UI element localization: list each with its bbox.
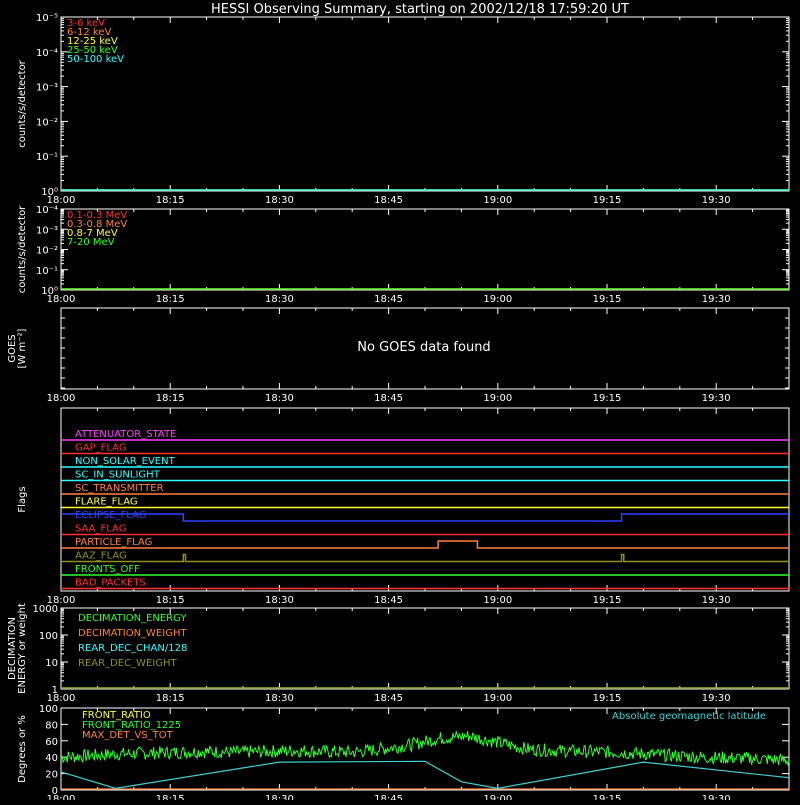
flags-x-tick-label: 19:30 [702,595,731,606]
flag-label: SC_TRANSMITTER [75,483,164,494]
decimation-y-tick-label: 1 [52,685,58,696]
hxr-x-tick-label: 19:00 [483,195,512,206]
hxr-x-tick-label: 18:45 [374,195,403,206]
plot-canvas: 18:00 18:15 18:30 18:45 19:00 19:15 19:30 count… [7,2,790,805]
hxr-y-tick-label: 10⁻² [36,117,58,128]
flag-label: FLARE_FLAG [75,497,138,508]
ratio-y-tick-label: 80 [45,720,58,731]
goes-x-tick-label: 19:30 [702,393,731,404]
flags-y-axis-title: Flags [17,486,28,512]
hxr-legend-entry: 50-100 keV [67,54,124,65]
ratio-y-tick-label: 40 [45,753,58,764]
hxr-x-tick-label: 19:30 [702,195,731,206]
hxr-y-axis-title: counts/s/detector [17,59,28,147]
flags-x-tick-label: 18:15 [156,595,185,606]
gamma-frame [60,208,790,291]
flag-label: SC_IN_SUNLIGHT [75,470,161,481]
decimation-legend-entry: REAR_DEC_CHAN/128 [78,643,187,654]
decimation-x-tick-label: 18:15 [156,693,185,704]
decimation-y-axis-title-2: ENERGY or weight [17,603,28,694]
gamma-legend-entry: 7-20 MeV [67,237,115,248]
gamma-x-tick-label: 19:30 [702,294,731,305]
gamma-x-tick-label: 18:15 [156,294,185,305]
flag-label: SAA_FLAG [75,524,126,535]
goes-x-tick-label: 18:45 [374,393,403,404]
decimation-x-tick-label: 18:30 [265,693,294,704]
hxr-y-tick-label: 10⁻⁴ [36,48,58,59]
ratio-x-tick-label: 18:45 [374,794,403,800]
goes-no-data-message: No GOES data found [357,340,490,355]
decimation-y-tick-label: 100 [39,631,58,642]
hxr-frame [60,16,790,192]
flag-line [61,553,789,563]
ratio-y-tick-label: 60 [45,737,58,748]
decimation-x-tick-label: 19:00 [483,693,512,704]
gamma-y-tick-label: 10⁰ [41,286,58,297]
decimation-y-tick-label: 1000 [33,604,58,615]
ratio-y-tick-label: 100 [39,704,58,715]
flag-line [61,513,789,522]
ratio-legend-entry: MAX_DET_VS_TOT [82,730,174,741]
hxr-x-tick-label: 18:30 [265,195,294,206]
flag-label: PARTICLE_FLAG [75,537,152,548]
hxr-y-tick-label: 10⁰ [41,187,58,198]
ratio-y-tick-label: 0 [52,786,58,797]
goes-x-tick-label: 19:00 [483,393,512,404]
goes-x-tick-label: 19:15 [593,393,622,404]
gamma-x-tick-label: 18:45 [374,294,403,305]
ratio-annotation: Absolute geomagnetic latitude [612,711,766,722]
gamma-y-tick-label: 10⁻⁴ [36,205,58,216]
decimation-legend-entry: REAR_DEC_WEIGHT [78,658,177,669]
hxr-y-tick-label: 10⁻³ [36,83,58,94]
decimation-x-tick-label: 19:15 [593,693,622,704]
ratio-x-tick-label: 18:15 [156,794,185,800]
ratio-x-tick-label: 19:30 [702,794,731,800]
hxr-y-tick-label: 10⁻⁵ [36,13,58,24]
flag-label: AAZ_FLAG [75,551,127,562]
decimation-x-tick-label: 19:30 [702,693,731,704]
gamma-x-tick-label: 18:30 [265,294,294,305]
flag-label: FRONTS_OFF [75,564,140,575]
flags-x-tick-label: 18:30 [265,595,294,606]
gamma-y-tick-label: 10⁻² [36,246,58,257]
flags-x-tick-label: 18:45 [374,595,403,606]
flags-x-tick-label: 19:15 [593,595,622,606]
ratio-x-tick-label: 18:30 [265,794,294,800]
decimation-x-tick-label: 18:45 [374,693,403,704]
gamma-y-tick-label: 10⁻¹ [36,266,58,277]
flag-label: NON_SOLAR_EVENT [75,456,176,467]
goes-x-tick-label: 18:15 [156,393,185,404]
hxr-y-tick-label: 10⁻¹ [36,152,58,163]
decimation-legend-entry: DECIMATION_ENERGY [78,613,187,624]
flag-label: BAD_PACKETS [75,578,146,589]
flag-line [61,540,789,549]
observing-summary-plot: 18:00 18:15 18:30 18:45 19:00 19:15 19:30 count… [0,0,800,805]
flag-label: ECLIPSE_FLAG [75,510,146,521]
decimation-y-tick-label: 10 [45,658,58,669]
gamma-x-tick-label: 19:00 [483,294,512,305]
flag-label: ATTENUATOR_STATE [75,429,176,440]
ratio-x-tick-label: 19:00 [483,794,512,800]
plot-title: HESSI Observing Summary, starting on 200… [211,2,629,17]
ratio-y-tick-label: 20 [45,770,58,781]
goes-x-tick-label: 18:00 [47,393,76,404]
flag-label: GAP_FLAG [75,443,127,454]
hxr-x-tick-label: 19:15 [593,195,622,206]
goes-y-axis-title-2: [W m⁻²] [17,328,28,368]
goes-x-tick-label: 18:30 [265,393,294,404]
ratio-y-axis-title: Degrees or % [17,715,28,783]
ratio-x-tick-label: 19:15 [593,794,622,800]
gamma-x-tick-label: 19:15 [593,294,622,305]
hxr-x-tick-label: 18:15 [156,195,185,206]
decimation-legend-entry: DECIMATION_WEIGHT [78,628,187,639]
gamma-y-tick-label: 10⁻³ [36,225,58,236]
gamma-y-axis-title: counts/s/detector [17,205,28,293]
flags-x-tick-label: 19:00 [483,595,512,606]
